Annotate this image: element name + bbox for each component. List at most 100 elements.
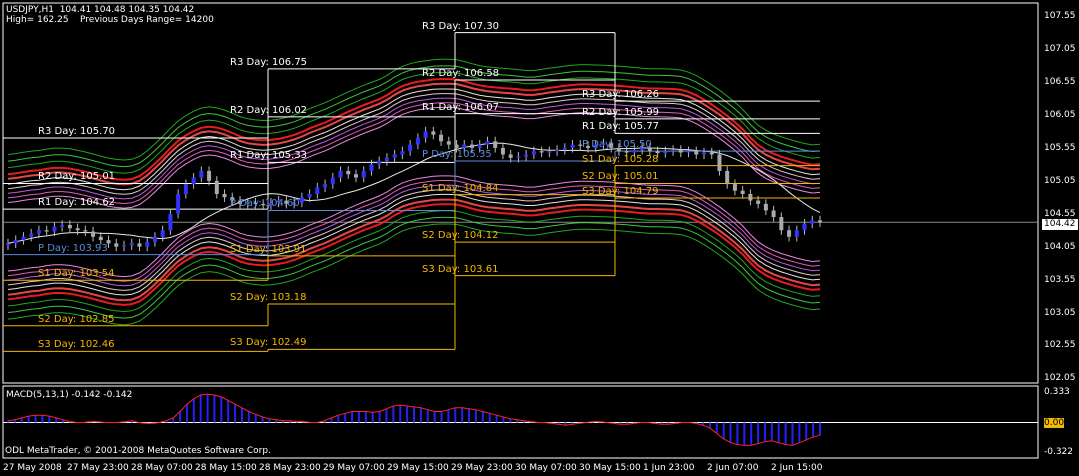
current-price-box: 104.42 bbox=[1042, 219, 1078, 230]
pivot-label: S3 Day: 104.79 bbox=[582, 185, 659, 197]
candle-body bbox=[485, 141, 490, 145]
candle-body bbox=[67, 224, 72, 229]
time-tick-label: 28 May 07:00 bbox=[131, 463, 193, 473]
candle-body bbox=[493, 141, 498, 148]
band-0-lower bbox=[7, 223, 821, 326]
pivot-label: P Day: 103.93 bbox=[38, 242, 108, 254]
candle-body bbox=[415, 138, 420, 145]
candle-body bbox=[152, 236, 157, 243]
time-tick-label: 27 May 2008 bbox=[3, 463, 62, 473]
copyright-credit: ODL MetaTrader, © 2001-2008 MetaQuotes S… bbox=[5, 446, 271, 456]
candle-body bbox=[408, 144, 413, 152]
candle-body bbox=[694, 151, 699, 155]
candle-body bbox=[384, 157, 389, 162]
candle-body bbox=[748, 193, 753, 201]
candle-body bbox=[702, 152, 706, 155]
macd-tick-label: 0.333 bbox=[1044, 387, 1070, 397]
price-tick-label: 106.55 bbox=[1044, 77, 1076, 88]
candle-body bbox=[818, 220, 822, 223]
pivot-label: R3 Day: 105.70 bbox=[38, 126, 116, 137]
candle-body bbox=[346, 170, 351, 175]
candle-body bbox=[454, 144, 459, 148]
candle-body bbox=[531, 151, 536, 155]
candle-body bbox=[44, 230, 49, 232]
range-header: High= 162.25 Previous Days Range= 14200 bbox=[6, 15, 214, 25]
candle-body bbox=[477, 144, 482, 148]
candle-body bbox=[354, 174, 358, 178]
candle-body bbox=[771, 210, 776, 218]
time-tick-label: 2 Jun 07:00 bbox=[707, 463, 759, 473]
candle-body bbox=[199, 170, 204, 178]
candle-body bbox=[307, 193, 312, 198]
candle-body bbox=[794, 230, 799, 237]
candle-body bbox=[763, 203, 768, 211]
pivot-label: R2 Day: 106.58 bbox=[422, 68, 500, 80]
candle-body bbox=[315, 187, 320, 194]
candle-body bbox=[323, 184, 328, 188]
pivot-label: S1 Day: 105.28 bbox=[582, 153, 659, 165]
candle-body bbox=[377, 161, 382, 165]
band-9-lower bbox=[7, 175, 821, 278]
time-tick-label: 30 May 07:00 bbox=[515, 463, 577, 473]
pivot-label: R1 Day: 105.77 bbox=[582, 121, 660, 133]
price-tick-label: 105.55 bbox=[1044, 142, 1076, 153]
time-tick-label: 28 May 23:00 bbox=[259, 463, 321, 473]
symbol-ohlc-header: USDJPY,H1 104.41 104.48 104.35 104.42 bbox=[6, 5, 195, 15]
candle-body bbox=[6, 243, 10, 246]
pivot-label: S1 Day: 104.84 bbox=[422, 182, 499, 194]
candle-body bbox=[524, 154, 529, 157]
candle-body bbox=[686, 151, 691, 153]
candle-body bbox=[114, 243, 119, 247]
candle-body bbox=[632, 149, 637, 153]
pivot-label: S1 Day: 103.91 bbox=[230, 243, 307, 255]
pivot-label: R1 Day: 104.62 bbox=[38, 197, 116, 209]
candle-body bbox=[36, 230, 41, 234]
candle-body bbox=[740, 190, 745, 194]
candle-body bbox=[547, 151, 552, 153]
candle-body bbox=[732, 184, 737, 191]
candle-body bbox=[13, 240, 18, 244]
pivot-label: R3 Day: 106.26 bbox=[582, 89, 660, 101]
candle-body bbox=[709, 152, 714, 155]
candle-body bbox=[52, 226, 57, 232]
price-tick-label: 104.05 bbox=[1044, 241, 1076, 252]
candle-body bbox=[802, 223, 807, 231]
price-tick-label: 104.55 bbox=[1044, 208, 1076, 219]
pivot-label: R3 Day: 107.30 bbox=[422, 20, 500, 32]
pivot-label: S1 Day: 103.54 bbox=[38, 268, 115, 280]
candle-body bbox=[91, 231, 96, 237]
candle-body bbox=[214, 180, 219, 194]
pivot-label: R1 Day: 105.33 bbox=[230, 150, 308, 162]
pivot-label: S2 Day: 103.18 bbox=[230, 291, 307, 303]
candle-body bbox=[75, 228, 80, 231]
band-6-lower bbox=[7, 189, 821, 291]
band-3-upper bbox=[7, 78, 821, 181]
candle-body bbox=[717, 154, 722, 171]
candle-body bbox=[446, 141, 451, 145]
candle-body bbox=[60, 224, 65, 227]
candle-body bbox=[779, 217, 784, 231]
candle-body bbox=[663, 151, 668, 154]
pivot-label: S2 Day: 102.85 bbox=[38, 313, 115, 325]
candle-body bbox=[439, 134, 444, 142]
price-tick-label: 103.05 bbox=[1044, 307, 1076, 318]
band-5-upper bbox=[7, 88, 821, 191]
candle-body bbox=[516, 156, 521, 158]
time-tick-label: 27 May 23:00 bbox=[67, 463, 129, 473]
candle-body bbox=[555, 149, 560, 152]
price-tick-label: 103.55 bbox=[1044, 274, 1076, 285]
candle-body bbox=[168, 213, 173, 231]
candle-body bbox=[137, 243, 142, 247]
candle-body bbox=[787, 230, 792, 237]
candle-body bbox=[500, 147, 505, 155]
usdjpy-chart bbox=[2, 2, 1039, 459]
candle-body bbox=[21, 236, 26, 241]
time-tick-label: 29 May 15:00 bbox=[387, 463, 449, 473]
macd-tick-label: 0.00 bbox=[1044, 417, 1065, 428]
pivot-label: R2 Day: 106.02 bbox=[230, 104, 308, 116]
price-tick-label: 102.05 bbox=[1044, 373, 1076, 384]
candle-body bbox=[431, 131, 436, 135]
band-1-lower bbox=[7, 216, 821, 319]
time-tick-label: 28 May 15:00 bbox=[195, 463, 257, 473]
band-4-upper bbox=[7, 82, 821, 186]
